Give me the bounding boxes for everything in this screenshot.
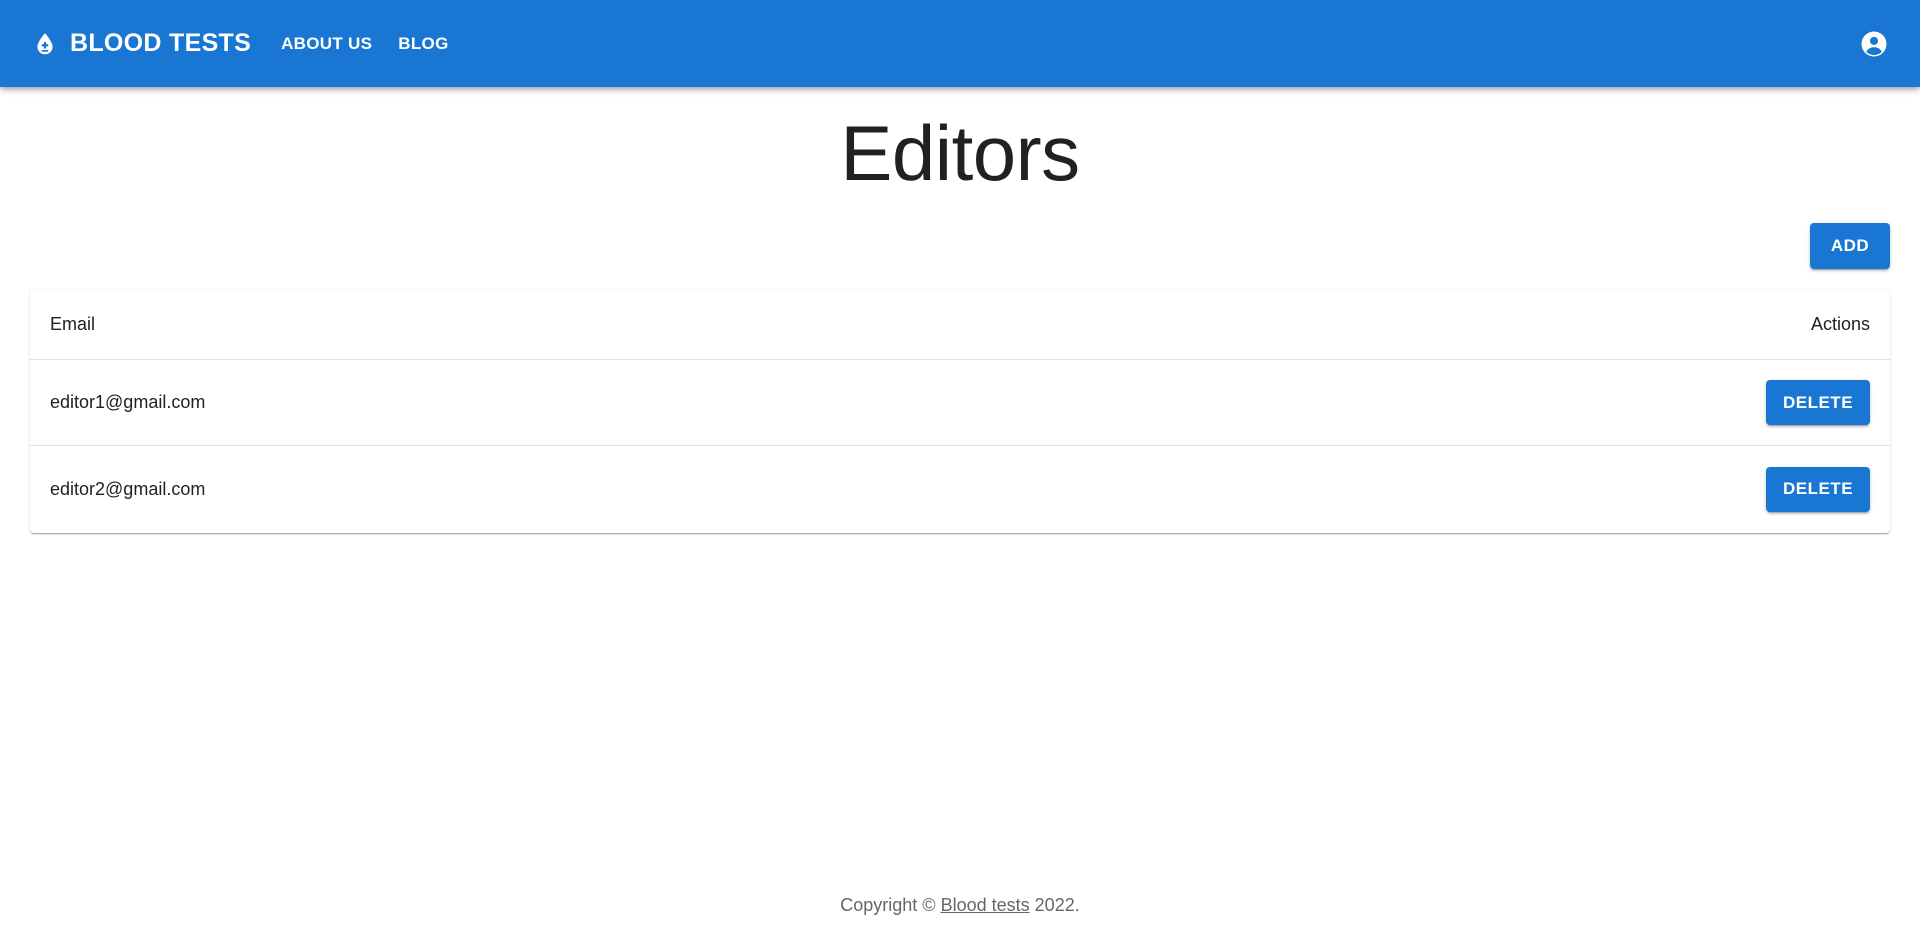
column-header-email: Email <box>50 314 96 334</box>
table-row: editor1@gmail.com DELETE <box>30 360 1890 446</box>
table-row: editor2@gmail.com DELETE <box>30 446 1890 532</box>
editors-table: Email Actions editor1@gmail.com DELETE e… <box>30 290 1890 533</box>
editor-email: editor1@gmail.com <box>50 392 206 412</box>
editor-email: editor2@gmail.com <box>50 478 206 499</box>
page-title: Editors <box>840 109 1080 197</box>
copyright-prefix: Copyright © <box>840 895 936 915</box>
table-header: Email Actions <box>30 290 1890 360</box>
copyright-year: 2022. <box>1034 895 1080 915</box>
nav-about-us[interactable]: ABOUT US <box>281 34 372 54</box>
blood-drop-icon <box>30 29 60 59</box>
delete-editor-button[interactable]: DELETE <box>1766 466 1870 512</box>
app-bar: BLOOD TESTS ABOUT US BLOG <box>0 0 1920 87</box>
footer: Copyright © Blood tests 2022. <box>0 895 1920 916</box>
add-editor-button[interactable]: ADD <box>1810 223 1890 269</box>
brand-link[interactable]: BLOOD TESTS <box>30 29 281 59</box>
account-circle-icon[interactable] <box>1859 29 1889 59</box>
brand-title: BLOOD TESTS <box>70 29 252 57</box>
column-header-actions: Actions <box>1810 314 1870 334</box>
nav-blog[interactable]: BLOG <box>398 34 448 54</box>
footer-site-link[interactable]: Blood tests <box>941 895 1030 915</box>
delete-editor-button[interactable]: DELETE <box>1766 380 1870 425</box>
